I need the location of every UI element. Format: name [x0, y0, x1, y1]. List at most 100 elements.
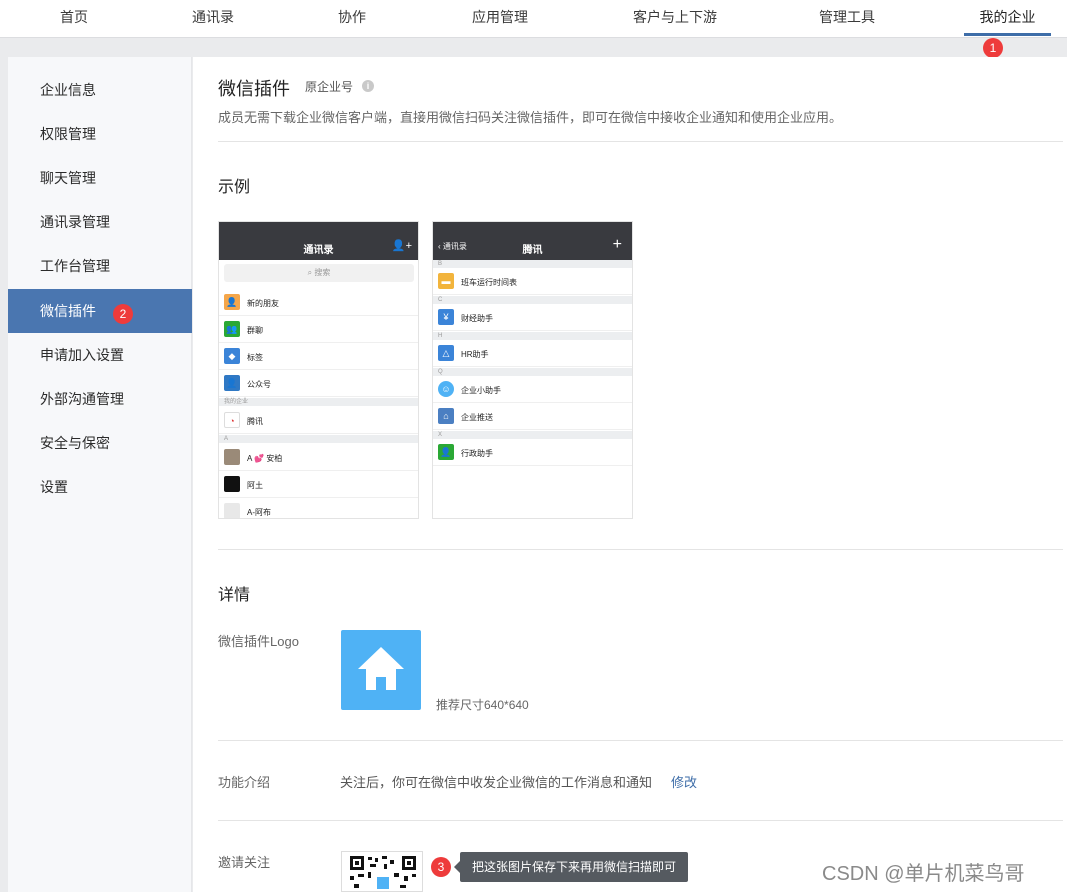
- list-item-label: 企业推送: [461, 413, 493, 422]
- avatar: [224, 503, 240, 518]
- nav-contacts[interactable]: 通讯录: [183, 0, 243, 36]
- section-header: H: [433, 332, 632, 340]
- invite-label: 邀请关注: [218, 855, 271, 870]
- list-item: ▬ 班车运行时间表: [433, 268, 632, 295]
- divider: [218, 820, 1063, 821]
- nav-home[interactable]: 首页: [44, 0, 104, 36]
- logo-label: 微信插件Logo: [218, 634, 299, 649]
- nav-management-tools[interactable]: 管理工具: [807, 0, 887, 36]
- intro-value: 关注后，你可在微信中收发企业微信的工作消息和通知: [340, 775, 653, 790]
- list-item-label: 财经助手: [461, 314, 493, 323]
- finance-icon: ¥: [438, 309, 454, 325]
- avatar: [224, 476, 240, 492]
- phone-header: 通讯录 👤+: [219, 222, 418, 260]
- section-header: X: [433, 431, 632, 439]
- search-placeholder: 搜索: [314, 268, 331, 277]
- hr-icon: △: [438, 345, 454, 361]
- list-item-label: 腾讯: [247, 417, 263, 426]
- list-item-label: A-阿布: [247, 508, 271, 517]
- list-item-label: 新的朋友: [247, 299, 279, 308]
- plus-icon: +: [612, 236, 622, 253]
- sidebar: 企业信息 权限管理 聊天管理 通讯录管理 工作台管理 微信插件 申请加入设置 外…: [8, 57, 192, 892]
- details-section-title: 详情: [218, 587, 251, 604]
- top-nav: 首页 通讯录 协作 应用管理 客户与上下游 管理工具 我的企业: [0, 0, 1067, 38]
- list-item-label: 班车运行时间表: [461, 278, 517, 287]
- sidebar-item-settings[interactable]: 设置: [8, 465, 192, 509]
- list-item-label: HR助手: [461, 350, 489, 359]
- section-header: B: [433, 260, 632, 268]
- sidebar-item-permissions[interactable]: 权限管理: [8, 112, 192, 156]
- group-chat-icon: 👥: [224, 321, 240, 337]
- phone-title: 腾讯: [522, 245, 543, 256]
- list-item-label: 标签: [247, 353, 263, 362]
- sidebar-item-security[interactable]: 安全与保密: [8, 421, 192, 465]
- tencent-logo-icon: ◔: [224, 412, 240, 428]
- sidebar-item-workbench-management[interactable]: 工作台管理: [8, 244, 192, 288]
- home-icon: ⌂: [438, 408, 454, 424]
- avatar: [224, 449, 240, 465]
- nav-my-enterprise[interactable]: 我的企业: [964, 0, 1051, 36]
- list-item: ☺ 企业小助手: [433, 376, 632, 403]
- list-item-label: A 💕 安柏: [247, 454, 283, 463]
- official-account-icon: 👤: [224, 375, 240, 391]
- section-header: C: [433, 296, 632, 304]
- list-item: A 💕 安柏: [219, 444, 418, 471]
- list-item-label: 阿土: [247, 481, 263, 490]
- list-item-label: 行政助手: [461, 449, 493, 458]
- intro-label: 功能介绍: [218, 775, 271, 790]
- list-item: ◆ 标签: [219, 343, 418, 370]
- list-item: ⌂ 企业推送: [433, 403, 632, 430]
- list-item-label: 企业小助手: [461, 386, 501, 395]
- page-title: 微信插件: [218, 79, 290, 99]
- info-icon[interactable]: i: [362, 80, 374, 92]
- invite-step-badge: 3: [431, 857, 451, 877]
- save-qr-tooltip: 把这张图片保存下来再用微信扫描即可: [453, 852, 689, 882]
- qr-code-icon: [350, 856, 416, 889]
- list-item: △ HR助手: [433, 340, 632, 367]
- main-panel: 微信插件 原企业号 i 成员无需下载企业微信客户端，直接用微信扫码关注微信插件，…: [193, 57, 1067, 892]
- plugin-logo[interactable]: [341, 630, 421, 710]
- list-item: 👥 群聊: [219, 316, 418, 343]
- sidebar-item-label: 微信插件: [40, 303, 96, 319]
- list-item: 👤 行政助手: [433, 439, 632, 466]
- nav-step-badge: 1: [983, 38, 1003, 58]
- list-item: ◔ 腾讯: [219, 407, 418, 434]
- sidebar-item-join-settings[interactable]: 申请加入设置: [8, 333, 192, 377]
- list-item-label: 群聊: [247, 326, 263, 335]
- qr-code[interactable]: [341, 851, 423, 892]
- sidebar-item-wechat-plugin[interactable]: 微信插件: [8, 289, 192, 333]
- edit-intro-link[interactable]: 修改: [671, 772, 697, 791]
- list-item: A-阿布: [219, 498, 418, 518]
- sidebar-item-chat-management[interactable]: 聊天管理: [8, 156, 192, 200]
- add-contact-icon: 👤+: [391, 240, 412, 252]
- bus-schedule-icon: ▬: [438, 273, 454, 289]
- example-section-title: 示例: [218, 179, 251, 196]
- list-item: 👤 新的朋友: [219, 289, 418, 316]
- phone-title: 通讯录: [303, 245, 334, 256]
- list-item: 阿土: [219, 471, 418, 498]
- sidebar-step-badge: 2: [113, 304, 133, 324]
- nav-customers[interactable]: 客户与上下游: [620, 0, 730, 36]
- admin-icon: 👤: [438, 444, 454, 460]
- tag-icon: ◆: [224, 348, 240, 364]
- section-header: Q: [433, 368, 632, 376]
- watermark: CSDN @单片机菜鸟哥: [822, 863, 1025, 885]
- divider: [218, 549, 1063, 550]
- list-item-label: 公众号: [247, 380, 271, 389]
- divider: [218, 740, 1063, 741]
- phone-header: ‹ 通讯录 腾讯 +: [433, 222, 632, 260]
- section-header: A: [219, 435, 418, 443]
- list-item: ¥ 财经助手: [433, 304, 632, 331]
- example-phone-contacts: 通讯录 👤+ ⌕ 搜索 👤 新的朋友 👥 群聊 ◆ 标签 👤 公众号 我的企业 ◔ 腾讯 …: [218, 221, 419, 519]
- list-item: 👤 公众号: [219, 370, 418, 397]
- nav-collaboration[interactable]: 协作: [322, 0, 382, 36]
- divider: [218, 141, 1063, 142]
- logo-size-hint: 推荐尺寸640*640: [436, 698, 529, 712]
- example-phone-enterprise: ‹ 通讯录 腾讯 + B ▬ 班车运行时间表 C ¥ 财经助手 H △ HR助手 Q …: [432, 221, 633, 519]
- sidebar-item-external-communication[interactable]: 外部沟通管理: [8, 377, 192, 421]
- nav-app-management[interactable]: 应用管理: [460, 0, 540, 36]
- sidebar-item-enterprise-info[interactable]: 企业信息: [8, 68, 192, 112]
- assistant-icon: ☺: [438, 381, 454, 397]
- page-description: 成员无需下载企业微信客户端，直接用微信扫码关注微信插件，即可在微信中接收企业通知…: [218, 110, 843, 125]
- sidebar-item-contacts-management[interactable]: 通讯录管理: [8, 200, 192, 244]
